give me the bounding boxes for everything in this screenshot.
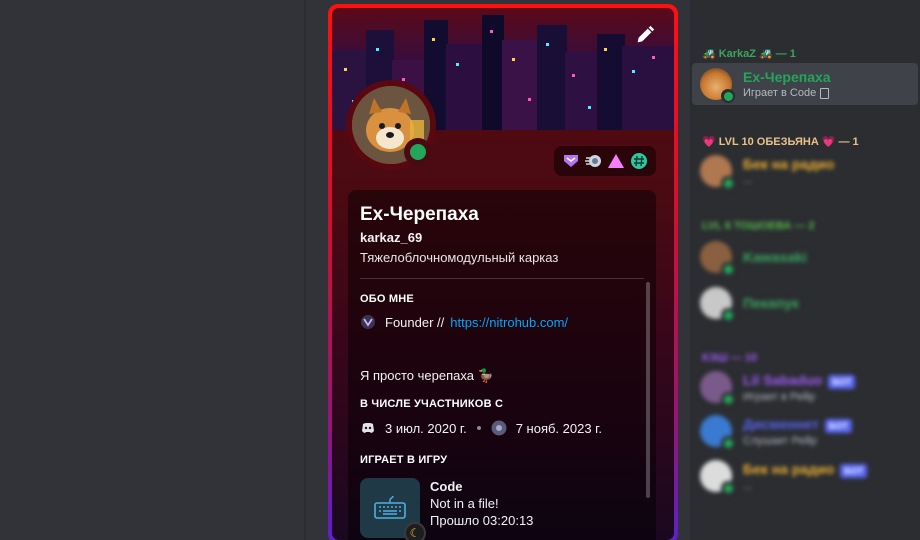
profile-body: Ex-Черепаха karkaz_69 Тяжелоблочномодуль…	[332, 8, 674, 540]
about-line: Founder // https://nitrohub.com/	[360, 314, 644, 330]
avatar	[700, 371, 735, 406]
hashtag-icon[interactable]	[630, 152, 648, 170]
member-name: Дисменнет БОТ	[743, 416, 852, 433]
about-title: ОБО МНЕ	[360, 293, 414, 305]
member-since-row: 3 июл. 2020 г. 7 нояб. 2023 г.	[360, 420, 644, 436]
member-item[interactable]: Дисменнет БОТ Слушает Рейр	[692, 410, 918, 452]
member-status: ...	[743, 479, 753, 492]
heart-icon: 💗	[702, 136, 716, 148]
member-status: Играет в Рейр	[743, 390, 816, 403]
member-group-header: 🚜 KarkaZ 🚜 — 1	[702, 47, 796, 61]
member-name: Бек на радио	[743, 156, 835, 172]
about-link[interactable]: https://nitrohub.com/	[450, 315, 568, 330]
username[interactable]: karkaz_69	[360, 230, 644, 245]
badge-list	[554, 146, 656, 176]
member-group-header: КЭШ — 10	[702, 352, 758, 364]
member-group-header: LVL 6 ТОШОЕВА — 2	[702, 220, 815, 232]
member-item[interactable]: Бек на радио ...	[692, 150, 918, 192]
member-status: ...	[743, 174, 753, 186]
member-status: Играет в Code	[743, 87, 831, 99]
founder-icon	[360, 314, 376, 330]
member-name: Ex-Черепаха	[743, 69, 831, 85]
profile-card: Ex-Черепаха karkaz_69 Тяжелоблочномодуль…	[348, 190, 656, 540]
server-icon	[491, 420, 507, 436]
separator	[476, 426, 481, 430]
member-list: 🚜 KarkaZ 🚜 — 1 Ex-Черепаха Играет в Code…	[690, 0, 920, 540]
member-name: Kawasaki	[743, 249, 807, 265]
member-name: Lil Sabaduo БОТ	[743, 372, 856, 389]
member-since-title: В ЧИСЛЕ УЧАСТНИКОВ С	[360, 398, 504, 410]
member-item[interactable]: Бек на радио БОТ ...	[692, 455, 918, 497]
server-since: 7 нояб. 2023 г.	[515, 420, 602, 436]
nitro-icon[interactable]	[562, 152, 580, 170]
boost-icon[interactable]	[584, 152, 603, 170]
divider	[360, 278, 644, 279]
avatar	[700, 460, 735, 495]
discord-icon	[360, 420, 376, 436]
about-text: Я просто черепаха 🦆	[360, 368, 494, 383]
online-status	[404, 138, 432, 166]
rich-presence-icon	[820, 87, 830, 99]
avatar	[700, 68, 735, 103]
avatar	[700, 241, 735, 276]
discord-since: 3 июл. 2020 г.	[385, 420, 467, 436]
profile-scrollbar[interactable]	[646, 282, 650, 498]
group-name: KarkaZ	[718, 47, 756, 60]
triangle-icon[interactable]	[607, 152, 625, 170]
game-icon: ☾	[360, 478, 426, 540]
member-item[interactable]: Kawasaki	[692, 236, 918, 278]
member-item[interactable]: Пекапук	[692, 282, 918, 324]
bio: Тяжелоблочномодульный карказ	[360, 250, 559, 265]
avatar	[700, 155, 735, 190]
group-count: — 1	[775, 47, 796, 60]
member-item-active[interactable]: Ex-Черепаха Играет в Code	[692, 63, 918, 105]
playing-title: ИГРАЕТ В ИГРУ	[360, 454, 448, 466]
profile-popout: Ex-Черепаха karkaz_69 Тяжелоблочномодуль…	[328, 4, 678, 540]
member-status: Слушает Рейр	[743, 434, 817, 447]
idle-moon-icon: ☾	[404, 522, 426, 540]
about-label: Founder //	[385, 314, 445, 330]
game-elapsed: Прошло 03:20:13	[430, 513, 534, 528]
edit-profile-icon[interactable]	[634, 24, 656, 46]
heart-icon: 💗	[821, 136, 836, 148]
avatar	[700, 415, 735, 450]
channel-area	[0, 0, 304, 540]
activity-card[interactable]: ☾ Code Not in a file! Прошло 03:20:13	[360, 478, 644, 540]
divider	[304, 0, 306, 540]
game-info: Code Not in a file! Прошло 03:20:13	[430, 478, 533, 538]
member-group-header: 💗 LVL 10 ОБЕЗЬЯНА 💗 — 1	[702, 135, 859, 149]
member-item[interactable]: Lil Sabaduo БОТ Играет в Рейр	[692, 366, 918, 408]
tractor-icon: 🚜	[759, 48, 773, 60]
tractor-icon: 🚜	[702, 48, 716, 60]
display-name: Ex-Черепаха	[360, 204, 479, 225]
avatar	[700, 287, 735, 322]
member-name: Бек на радио БОТ	[743, 461, 868, 478]
game-name: Code	[430, 479, 463, 494]
member-name: Пекапук	[743, 295, 799, 311]
game-details: Not in a file!	[430, 496, 499, 511]
